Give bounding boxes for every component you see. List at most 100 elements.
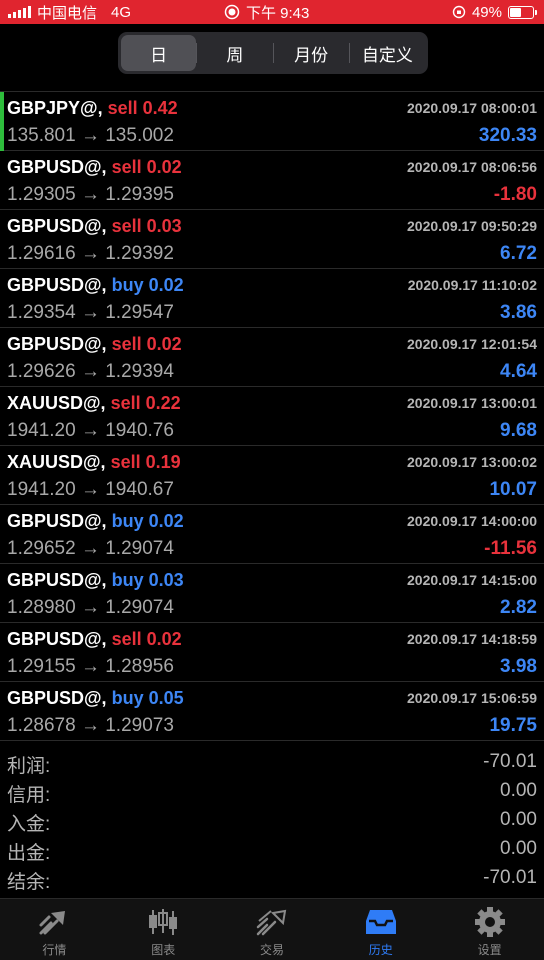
deal-row[interactable]: XAUUSD@, sell 0.19 2020.09.17 13:00:02 194… <box>0 446 544 505</box>
deal-prices: 1.28678 → 1.29073 <box>7 715 174 736</box>
deal-symbol-line: GBPUSD@, buy 0.05 <box>7 688 184 709</box>
deal-row[interactable]: GBPJPY@, sell 0.42 2020.09.17 08:00:01 135… <box>0 92 544 151</box>
battery-icon <box>508 5 537 19</box>
deal-profit: 9.68 <box>500 420 537 441</box>
tab-day[interactable]: 日 <box>121 35 197 71</box>
deal-history-list[interactable]: GBPJPY@, sell 0.42 2020.09.17 08:00:01 135… <box>0 80 544 741</box>
deal-side: sell 0.42 <box>108 98 178 118</box>
deal-symbol: GBPJPY@, <box>7 98 103 118</box>
tab-week[interactable]: 周 <box>197 35 272 71</box>
summary-value: 0.00 <box>500 780 537 801</box>
history-icon <box>365 910 396 934</box>
summary-row-balance: 结余: -70.01 <box>0 864 544 893</box>
screen-record-icon <box>224 4 240 20</box>
deal-profit: 2.82 <box>500 597 537 618</box>
tab-month[interactable]: 月份 <box>274 35 349 71</box>
deal-prices: 1.29652 → 1.29074 <box>7 538 174 559</box>
deal-symbol: GBPUSD@, <box>7 629 107 649</box>
tab-label: 图表 <box>151 943 176 957</box>
deal-profit: -1.80 <box>493 184 537 205</box>
deal-side-label: buy <box>111 275 144 295</box>
status-right: 49% <box>452 3 537 21</box>
deal-prices: 1.29155 → 1.28956 <box>7 656 174 677</box>
deal-symbol: XAUUSD@, <box>7 452 106 472</box>
deal-row[interactable]: GBPUSD@, sell 0.02 2020.09.17 08:06:56 1.2… <box>0 151 544 210</box>
status-bar: 中国电信 4G 下午 9:43 49% <box>0 0 544 24</box>
deal-symbol: GBPUSD@, <box>7 216 107 236</box>
deal-symbol: GBPUSD@, <box>7 275 107 295</box>
deal-symbol: GBPUSD@, <box>7 570 107 590</box>
deal-symbol-line: XAUUSD@, sell 0.22 <box>7 393 181 414</box>
deal-volume: 0.03 <box>146 216 182 236</box>
deal-side-label: sell <box>107 98 138 118</box>
deal-volume: 0.05 <box>148 688 184 708</box>
deal-profit: 3.98 <box>500 656 537 677</box>
tab-quotes[interactable]: 行情 <box>0 899 109 960</box>
deal-symbol-line: GBPUSD@, buy 0.02 <box>7 275 184 296</box>
deal-profit: 6.72 <box>500 243 537 264</box>
deal-volume: 0.42 <box>142 98 178 118</box>
deal-side-label: sell <box>111 334 142 354</box>
deal-side: sell 0.22 <box>111 393 181 413</box>
deal-side-label: sell <box>111 157 142 177</box>
deal-time: 2020.09.17 11:10:02 <box>407 277 537 293</box>
deal-symbol-line: GBPUSD@, buy 0.03 <box>7 570 184 591</box>
deal-side-label: sell <box>110 393 141 413</box>
deal-profit: 19.75 <box>489 715 537 736</box>
deal-symbol: GBPUSD@, <box>7 157 107 177</box>
deal-volume: 0.02 <box>146 157 182 177</box>
deal-row[interactable]: XAUUSD@, sell 0.22 2020.09.17 13:00:01 194… <box>0 387 544 446</box>
tab-label: 行情 <box>42 943 67 957</box>
chart-icon <box>149 909 178 935</box>
summary-row-profit: 利润: -70.01 <box>0 748 544 777</box>
quotes-icon <box>39 911 66 935</box>
tab-chart[interactable]: 图表 <box>109 899 218 960</box>
deal-time: 2020.09.17 14:00:00 <box>407 513 537 529</box>
deal-prices: 1941.20 → 1940.67 <box>7 479 174 500</box>
deal-prices: 1.29305 → 1.29395 <box>7 184 174 205</box>
deal-row[interactable]: GBPUSD@, sell 0.03 2020.09.17 09:50:29 1.2… <box>0 210 544 269</box>
clock: 下午 9:43 <box>246 4 310 22</box>
deal-prices: 1.29354 → 1.29547 <box>7 302 174 323</box>
deal-volume: 0.02 <box>148 511 184 531</box>
deal-symbol-line: GBPUSD@, buy 0.02 <box>7 511 184 532</box>
status-center: 下午 9:43 <box>224 2 309 23</box>
deal-row[interactable]: GBPUSD@, sell 0.02 2020.09.17 12:01:54 1.2… <box>0 328 544 387</box>
deal-prices: 1.29626 → 1.29394 <box>7 361 174 382</box>
tab-label: 交易 <box>259 943 284 957</box>
deal-side: buy 0.03 <box>112 570 184 590</box>
settings-icon <box>474 907 505 937</box>
network-label: 4G <box>111 3 132 21</box>
tab-custom[interactable]: 自定义 <box>350 35 425 71</box>
deal-time: 2020.09.17 12:01:54 <box>407 336 537 352</box>
tab-settings[interactable]: 设置 <box>435 899 544 960</box>
deal-symbol: GBPUSD@, <box>7 688 107 708</box>
status-left: 中国电信 4G <box>8 2 131 23</box>
deal-side-label: buy <box>111 570 144 590</box>
battery-percent: 49% <box>471 3 502 21</box>
tab-trade[interactable]: 交易 <box>218 899 327 960</box>
deal-time: 2020.09.17 08:06:56 <box>407 159 537 175</box>
deal-time: 2020.09.17 14:15:00 <box>407 572 537 588</box>
deal-time: 2020.09.17 08:00:01 <box>407 100 537 116</box>
deal-row[interactable]: GBPUSD@, buy 0.03 2020.09.17 14:15:00 1.28… <box>0 564 544 623</box>
deal-row[interactable]: GBPUSD@, buy 0.02 2020.09.17 14:00:00 1.29… <box>0 505 544 564</box>
deal-profit: 4.64 <box>500 361 537 382</box>
tab-label: 历史 <box>368 943 393 957</box>
deal-row[interactable]: GBPUSD@, sell 0.02 2020.09.17 14:18:59 1.2… <box>0 623 544 682</box>
summary-label: 信用: <box>7 785 51 806</box>
deal-row[interactable]: GBPUSD@, buy 0.05 2020.09.17 15:06:59 1.28… <box>0 682 544 741</box>
deal-time: 2020.09.17 13:00:02 <box>407 454 537 470</box>
summary-label: 结余: <box>7 872 51 893</box>
deal-prices: 135.801 → 135.002 <box>7 125 174 146</box>
deal-row[interactable]: GBPUSD@, buy 0.02 2020.09.17 11:10:02 1.29… <box>0 269 544 328</box>
signal-icon <box>8 6 31 18</box>
deal-symbol: GBPUSD@, <box>7 511 107 531</box>
summary-label: 利润: <box>7 756 51 777</box>
tab-history[interactable]: 历史 <box>326 899 435 960</box>
deal-symbol-line: GBPUSD@, sell 0.03 <box>7 216 182 237</box>
orientation-lock-icon <box>452 5 466 19</box>
deal-volume: 0.02 <box>148 275 184 295</box>
deal-side-label: buy <box>111 511 144 531</box>
deal-symbol-line: GBPUSD@, sell 0.02 <box>7 157 182 178</box>
